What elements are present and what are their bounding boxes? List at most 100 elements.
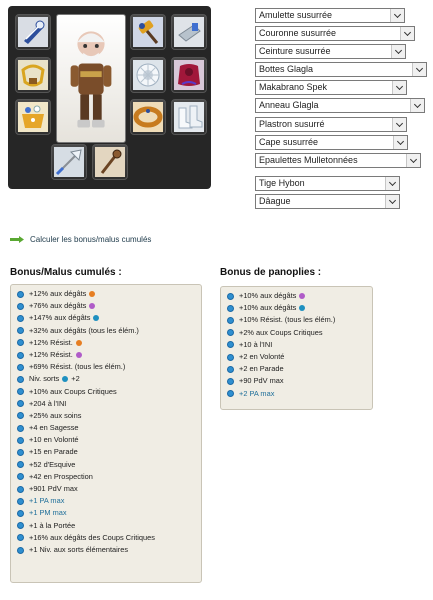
bonus-text: +10% Résist. (tous les élém.) xyxy=(239,315,336,325)
bullet-icon xyxy=(227,353,234,361)
select-ring[interactable]: Anneau Glagla xyxy=(255,98,425,113)
slot-amulet[interactable] xyxy=(15,14,51,50)
bonus-text: +12% Résist. xyxy=(29,349,73,359)
cumulative-bonus-list: +12% aux dégâts +76% aux dégâts +147% aux … xyxy=(10,284,202,583)
bullet-icon xyxy=(17,302,24,310)
bonus-text: +1 PM max xyxy=(29,508,67,518)
bullet-icon xyxy=(17,375,24,383)
select-amulet[interactable]: Amulette susurrée xyxy=(255,8,405,23)
ring-icon xyxy=(18,102,48,132)
slot-ring[interactable] xyxy=(15,99,51,135)
bullet-icon xyxy=(17,351,24,359)
slot-belt[interactable] xyxy=(15,57,51,93)
select-shoulders-value: Epaulettes Mulletonnées xyxy=(259,155,358,165)
fire-icon xyxy=(89,291,96,298)
cumulative-title: Bonus/Malus cumulés : xyxy=(10,267,122,278)
character-preview xyxy=(56,14,126,143)
slot-bracelet[interactable] xyxy=(130,99,166,135)
chevron-down-icon xyxy=(385,177,399,190)
select-pet[interactable]: Makabrano Spek xyxy=(255,80,407,95)
panoplies-bonus-list: +10% aux dégâts +10% aux dégâts +10% Résis… xyxy=(220,286,373,410)
bonus-text: +4 en Sagesse xyxy=(29,423,79,433)
bonus-row: +10% aux dégâts xyxy=(227,290,372,302)
water-icon xyxy=(299,305,306,312)
bonus-text: +16% aux dégâts des Coups Critiques xyxy=(29,532,155,542)
bonus-row: Niv. sorts +2 xyxy=(17,373,201,385)
bonus-suffix: +2 xyxy=(71,374,80,384)
bonus-text: +25% aux soins xyxy=(29,410,82,420)
bonus-text: +52 d'Esquive xyxy=(29,459,76,469)
slot-boots[interactable] xyxy=(171,99,207,135)
select-cape-value: Cape susurrée xyxy=(259,137,319,147)
select-weapon[interactable]: Tige Hybon xyxy=(255,176,400,191)
bonus-text: +10% aux dégâts xyxy=(239,303,297,313)
select-chest[interactable]: Plastron susurré xyxy=(255,117,407,132)
amulet-icon xyxy=(18,17,48,47)
bonus-text: +15 en Parade xyxy=(29,447,78,457)
select-belt[interactable]: Ceinture susurrée xyxy=(255,44,406,59)
bonus-row: +901 PdV max xyxy=(17,483,201,495)
bonus-row: +147% aux dégâts xyxy=(17,312,201,324)
bullet-icon xyxy=(17,522,24,530)
bonus-row: +25% aux soins xyxy=(17,410,201,422)
equipment-panel xyxy=(8,6,211,189)
chevron-down-icon xyxy=(400,27,414,40)
chevron-down-icon xyxy=(406,154,420,167)
chevron-down-icon xyxy=(410,99,424,112)
select-boots[interactable]: Bottes Glagla xyxy=(255,62,427,77)
slot-dofus-a[interactable] xyxy=(130,14,166,50)
slot-cape[interactable] xyxy=(171,57,207,93)
bonus-text: +2% aux Coups Critiques xyxy=(239,327,323,337)
select-shoulders[interactable]: Epaulettes Mulletonnées xyxy=(255,153,421,168)
axe-icon xyxy=(54,147,84,177)
bullet-icon xyxy=(17,290,24,298)
staff-icon xyxy=(95,147,125,177)
character-icon xyxy=(70,31,112,128)
chevron-down-icon xyxy=(391,45,405,58)
bonus-row: +69% Résist. (tous les élém.) xyxy=(17,361,201,373)
bullet-icon xyxy=(17,461,24,469)
select-weapon-value: Tige Hybon xyxy=(259,178,305,188)
bullet-icon xyxy=(227,329,234,337)
bonus-text: +10 en Volonté xyxy=(29,435,79,445)
bullet-icon xyxy=(17,473,24,481)
water-icon xyxy=(62,376,69,383)
bonus-row: +2 en Volonté xyxy=(227,351,372,363)
bonus-text: +1 Niv. aux sorts élémentaires xyxy=(29,544,129,554)
bonus-text: +10% aux Coups Critiques xyxy=(29,386,117,396)
bonus-text: +147% aux dégâts xyxy=(29,313,91,323)
calculate-bonus-link[interactable]: Calculer les bonus/malus cumulés xyxy=(10,235,151,244)
bonus-row: +52 d'Esquive xyxy=(17,459,201,471)
bullet-icon xyxy=(227,304,234,312)
bonus-text: Niv. sorts xyxy=(29,374,60,384)
bonus-row: +10% aux dégâts xyxy=(227,302,372,314)
bonus-text: +69% Résist. (tous les élém.) xyxy=(29,362,126,372)
bonus-row: +2% aux Coups Critiques xyxy=(227,327,372,339)
select-hat[interactable]: Couronne susurrée xyxy=(255,26,415,41)
slot-pet[interactable] xyxy=(92,144,128,180)
chevron-down-icon xyxy=(385,195,399,208)
bonus-row: +32% aux dégâts (tous les élém.) xyxy=(17,325,201,337)
select-cape[interactable]: Cape susurrée xyxy=(255,135,408,150)
bullet-icon xyxy=(17,546,24,554)
bullet-icon xyxy=(17,388,24,396)
bonus-text: +32% aux dégâts (tous les élém.) xyxy=(29,325,139,335)
panoplies-title: Bonus de panoplies : xyxy=(220,267,322,278)
bullet-icon xyxy=(227,377,234,385)
bonus-text: +12% Résist. xyxy=(29,337,73,347)
bonus-row: +10 à l'INI xyxy=(227,339,372,351)
select-pet-value: Makabrano Spek xyxy=(259,82,328,92)
select-belt-value: Ceinture susurrée xyxy=(259,46,331,56)
bonus-row: +2 PA max xyxy=(227,388,372,400)
bonus-row: +76% aux dégâts xyxy=(17,300,201,312)
slot-weapon[interactable] xyxy=(51,144,87,180)
belt-icon xyxy=(18,60,48,90)
slot-dofus-b[interactable] xyxy=(171,14,207,50)
chevron-down-icon xyxy=(393,136,407,149)
bonus-row: +16% aux dégâts des Coups Critiques xyxy=(17,532,201,544)
chevron-down-icon xyxy=(392,118,406,131)
slot-hat[interactable] xyxy=(130,57,166,93)
select-dagger[interactable]: Dâague xyxy=(255,194,400,209)
red-cape-icon xyxy=(174,60,204,90)
bullet-icon xyxy=(17,400,24,408)
